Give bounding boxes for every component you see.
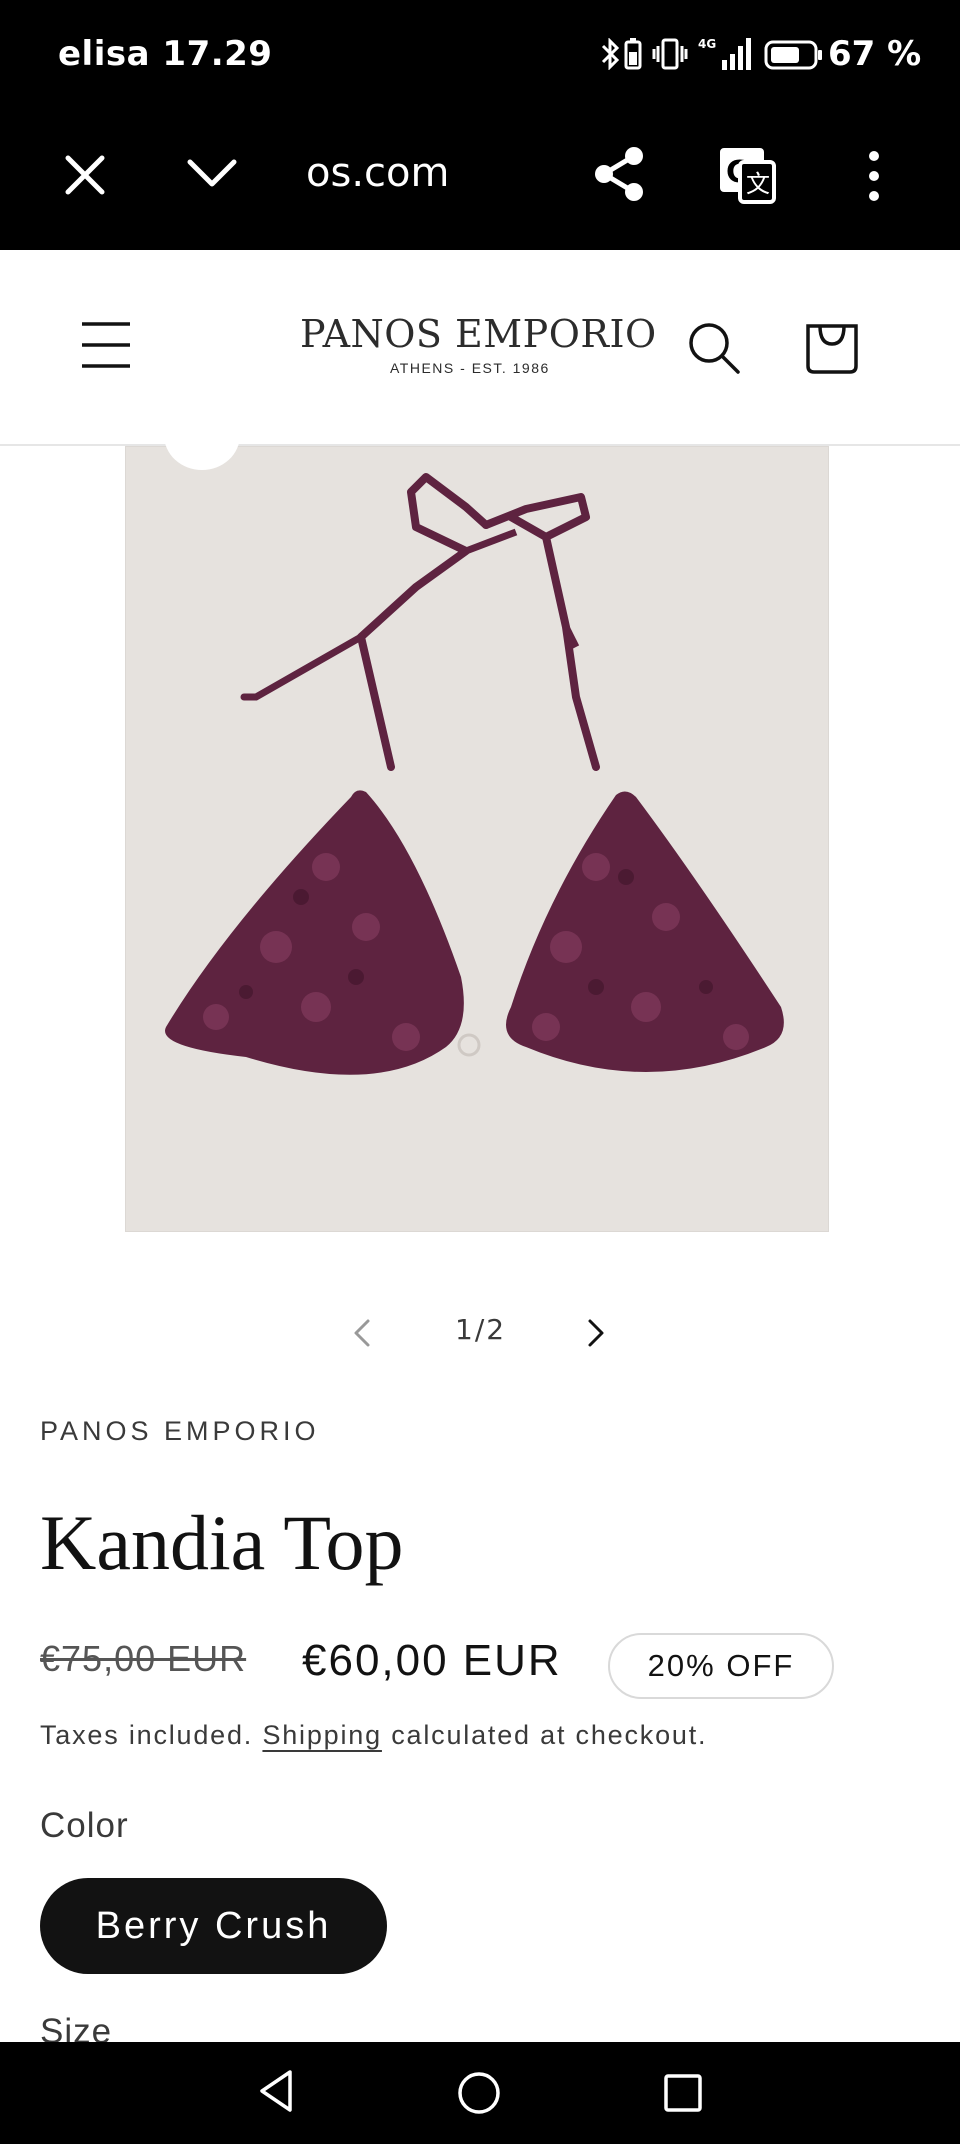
sale-price: €60,00 EUR <box>302 1636 562 1685</box>
shipping-link[interactable]: Shipping <box>262 1720 382 1750</box>
cart-icon[interactable] <box>804 316 860 376</box>
svg-text:4G: 4G <box>698 37 716 51</box>
site-logo[interactable]: PANOS EMPORIO ATHENS - EST. 1986 <box>300 306 656 396</box>
battery-saver-icon <box>624 38 642 70</box>
recents-nav-icon[interactable] <box>662 2072 704 2114</box>
image-pager-count: 1/2 <box>455 1313 507 1346</box>
url-field[interactable]: os.com <box>306 150 446 196</box>
status-bar: elisa 17.29 4G 67 % <box>0 0 960 112</box>
next-image-chevron-icon[interactable] <box>584 1318 608 1348</box>
home-nav-icon[interactable] <box>456 2070 502 2116</box>
bluetooth-icon <box>601 38 620 70</box>
chevron-down-icon[interactable] <box>186 154 238 194</box>
more-options-icon[interactable] <box>866 148 882 204</box>
color-label: Color <box>40 1806 129 1845</box>
product-image[interactable] <box>125 446 829 1232</box>
search-icon[interactable] <box>686 320 742 376</box>
vibrate-icon <box>652 38 688 70</box>
signal-icon: 4G <box>698 37 751 70</box>
bikini-top-image <box>165 473 784 1075</box>
logo-brand: PANOS EMPORIO <box>300 312 657 356</box>
regular-price: €75,00 EUR <box>40 1638 247 1679</box>
browser-toolbar: os.com G 文 <box>0 112 960 250</box>
share-icon[interactable] <box>592 144 646 204</box>
product-title: Kandia Top <box>40 1499 404 1586</box>
battery-percent: 67 % <box>828 34 922 74</box>
logo-tagline: ATHENS - EST. 1986 <box>390 360 550 376</box>
color-option-selected[interactable]: Berry Crush <box>40 1878 387 1974</box>
site-header: PANOS EMPORIO ATHENS - EST. 1986 <box>0 250 960 446</box>
status-time: elisa 17.29 <box>58 34 273 74</box>
close-icon[interactable] <box>62 152 108 198</box>
product-vendor: PANOS EMPORIO <box>40 1416 320 1446</box>
previous-image-chevron-icon[interactable] <box>350 1318 374 1348</box>
translate-icon[interactable]: G 文 <box>716 144 778 206</box>
tax-note-suffix: calculated at checkout. <box>391 1720 708 1750</box>
back-nav-icon[interactable] <box>256 2068 296 2114</box>
battery-icon <box>764 40 822 70</box>
tax-note: Taxes included. Shipping calculated at c… <box>40 1720 707 1751</box>
system-nav-bar <box>0 2042 960 2144</box>
image-badge-circle <box>164 400 240 470</box>
menu-icon[interactable] <box>80 320 132 370</box>
svg-text:文: 文 <box>746 170 770 198</box>
tax-note-prefix: Taxes included. <box>40 1720 254 1750</box>
sale-badge: 20% OFF <box>608 1633 834 1699</box>
